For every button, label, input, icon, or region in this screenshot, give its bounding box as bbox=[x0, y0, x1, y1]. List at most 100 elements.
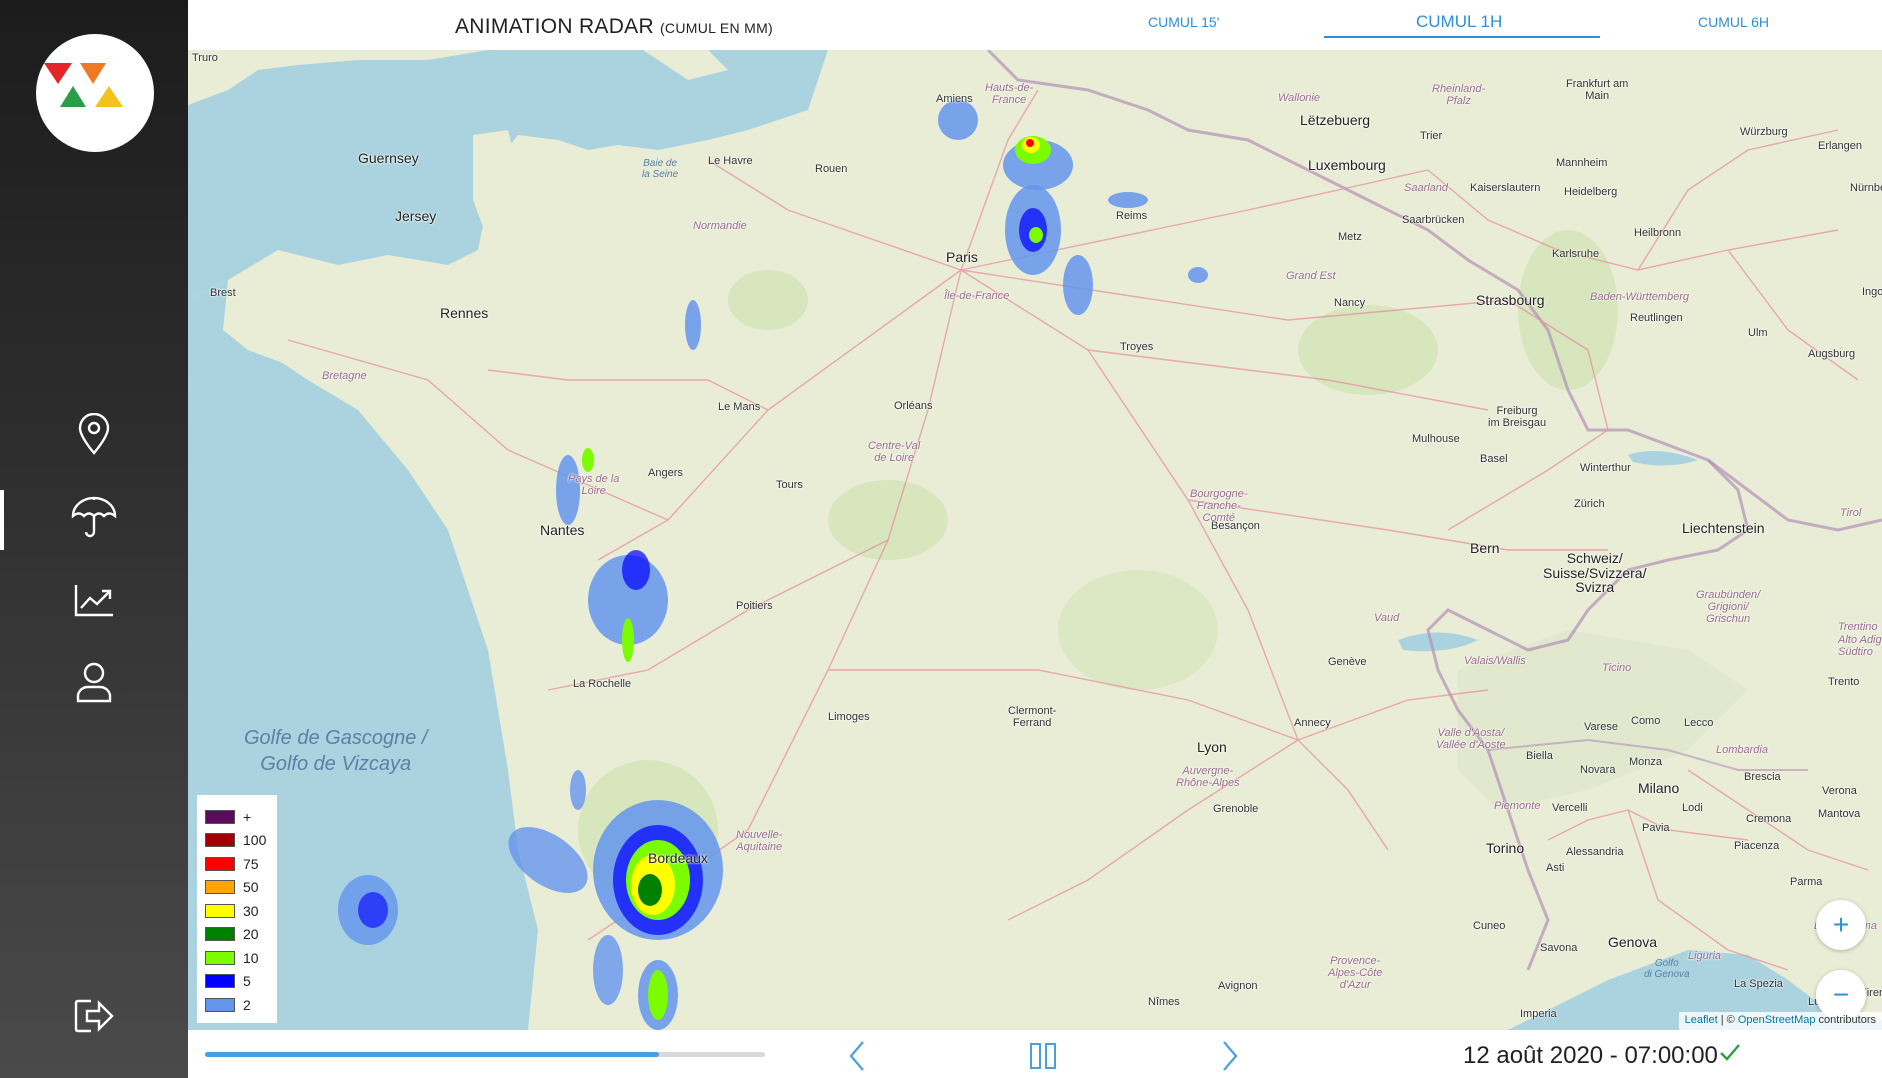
place-strasbourg: Strasbourg bbox=[1476, 292, 1545, 308]
page-title: ANIMATION RADAR (CUMUL EN MM) bbox=[455, 15, 774, 38]
place-annecy: Annecy bbox=[1294, 717, 1331, 729]
nav-statistics[interactable] bbox=[66, 572, 122, 628]
region-wallonie: Wallonie bbox=[1278, 92, 1320, 104]
region-baden: Baden-Württemberg bbox=[1590, 291, 1690, 303]
legend-swatch bbox=[205, 927, 235, 942]
place-lyon: Lyon bbox=[1197, 739, 1227, 755]
region-pays-de-la-loire: Pays de la Loire bbox=[568, 473, 620, 497]
legend-item: 100 bbox=[205, 829, 269, 853]
legend-swatch bbox=[205, 903, 235, 918]
user-icon bbox=[76, 662, 112, 703]
place-wurzburg: Würzburg bbox=[1740, 126, 1788, 138]
logout-button[interactable] bbox=[66, 988, 122, 1044]
place-asti: Asti bbox=[1546, 862, 1565, 874]
place-la-spezia: La Spezia bbox=[1734, 978, 1783, 990]
map-base bbox=[188, 50, 1882, 1030]
place-alessandria: Alessandria bbox=[1566, 846, 1624, 858]
pause-icon bbox=[1030, 1043, 1056, 1069]
place-limoges: Limoges bbox=[828, 711, 870, 723]
osm-link[interactable]: OpenStreetMap bbox=[1738, 1014, 1816, 1026]
tab-cumul-15[interactable]: CUMUL 15' bbox=[1148, 14, 1219, 30]
logout-icon bbox=[74, 999, 114, 1033]
region-saarland: Saarland bbox=[1404, 182, 1449, 194]
nav-account[interactable] bbox=[66, 654, 122, 710]
place-torino: Torino bbox=[1486, 840, 1525, 856]
region-tirol: Tirol bbox=[1840, 507, 1862, 519]
previous-frame-button[interactable] bbox=[837, 1036, 877, 1076]
legend-label: 2 bbox=[243, 996, 251, 1013]
place-orleans: Orléans bbox=[894, 400, 933, 412]
place-truro: Truro bbox=[192, 52, 218, 64]
place-cuneo: Cuneo bbox=[1473, 920, 1506, 932]
place-luxembourg: Luxembourg bbox=[1308, 157, 1386, 173]
place-grenoble: Grenoble bbox=[1213, 803, 1259, 815]
region-centre: Centre-Val de Loire bbox=[868, 440, 921, 464]
place-biella: Biella bbox=[1526, 750, 1553, 762]
sidebar bbox=[0, 0, 188, 1078]
legend-label: 75 bbox=[243, 855, 259, 872]
place-poitiers: Poitiers bbox=[736, 600, 773, 612]
attribution-separator: | © bbox=[1717, 1014, 1738, 1026]
tab-cumul-1h[interactable]: CUMUL 1H bbox=[1416, 12, 1502, 32]
region-ticino: Ticino bbox=[1602, 662, 1632, 674]
place-amiens: Amiens bbox=[936, 93, 973, 105]
place-trier: Trier bbox=[1420, 130, 1443, 142]
legend-label: 30 bbox=[243, 902, 259, 919]
nav-location[interactable] bbox=[66, 406, 122, 462]
place-freiburg: Freiburg im Breisgau bbox=[1488, 405, 1547, 429]
place-saarbrucken: Saarbrücken bbox=[1402, 214, 1465, 226]
umbrella-icon bbox=[71, 496, 117, 538]
legend-label: 20 bbox=[243, 926, 259, 943]
place-bordeaux: Bordeaux bbox=[648, 850, 708, 866]
place-nurnberg: Nürnberg bbox=[1850, 182, 1882, 194]
radar-map[interactable]: Truro Guernsey Jersey Brest Rennes Nante… bbox=[188, 50, 1882, 1030]
next-frame-button[interactable] bbox=[1210, 1036, 1250, 1076]
legend-item: 10 bbox=[205, 946, 269, 970]
sea-golfo-genova: Golfo di Genova bbox=[1644, 958, 1690, 980]
place-mantova: Mantova bbox=[1818, 808, 1861, 820]
place-novara: Novara bbox=[1580, 764, 1616, 776]
place-rouen: Rouen bbox=[815, 163, 848, 175]
place-letzebuerg: Lëtzebuerg bbox=[1300, 112, 1371, 128]
radar-legend: + 100 75 50 30 20 10 5 2 bbox=[197, 795, 277, 1023]
active-tab-underline bbox=[1324, 36, 1600, 38]
place-kaiserslautern: Kaiserslautern bbox=[1470, 182, 1541, 194]
place-le-havre: Le Havre bbox=[708, 155, 753, 167]
legend-item: 20 bbox=[205, 923, 269, 947]
place-liechtenstein: Liechtenstein bbox=[1682, 520, 1765, 536]
app-logo[interactable] bbox=[36, 34, 154, 152]
place-heidelberg: Heidelberg bbox=[1564, 186, 1618, 198]
place-nimes: Nîmes bbox=[1148, 996, 1180, 1008]
nav-weather[interactable] bbox=[66, 490, 122, 546]
place-jersey: Jersey bbox=[395, 208, 437, 224]
legend-label: 100 bbox=[243, 832, 267, 849]
place-zurich: Zürich bbox=[1574, 498, 1605, 510]
legend-item: 50 bbox=[205, 876, 269, 900]
region-aosta: Valle d'Aosta/ Vallée d'Aoste bbox=[1436, 727, 1506, 751]
pause-button[interactable] bbox=[1023, 1036, 1063, 1076]
place-como: Como bbox=[1631, 715, 1661, 727]
frame-timestamp: 12 août 2020 - 07:00:00 bbox=[1463, 1042, 1718, 1069]
legend-swatch bbox=[205, 833, 235, 848]
region-lombardia: Lombardia bbox=[1716, 744, 1768, 756]
region-graubunden: Graubünden/ Grigioni/ Grischun bbox=[1696, 589, 1761, 625]
place-paris: Paris bbox=[946, 249, 978, 265]
animation-progress[interactable] bbox=[205, 1052, 765, 1057]
legend-swatch bbox=[205, 856, 235, 871]
leaflet-link[interactable]: Leaflet bbox=[1685, 1014, 1718, 1026]
top-bar: ANIMATION RADAR (CUMUL EN MM) CUMUL 15' C… bbox=[188, 0, 1882, 50]
place-bern: Bern bbox=[1470, 540, 1500, 556]
place-geneve: Genève bbox=[1328, 656, 1367, 668]
place-brest: Brest bbox=[210, 287, 236, 299]
place-la-rochelle: La Rochelle bbox=[573, 678, 632, 690]
legend-label: + bbox=[243, 808, 252, 825]
place-mulhouse: Mulhouse bbox=[1412, 433, 1460, 445]
region-piemonte: Piemonte bbox=[1494, 800, 1541, 812]
place-angers: Angers bbox=[648, 467, 683, 479]
tab-cumul-6h[interactable]: CUMUL 6H bbox=[1698, 14, 1769, 30]
place-frankfurt: Frankfurt am Main bbox=[1566, 78, 1629, 102]
place-lecco: Lecco bbox=[1684, 717, 1714, 729]
zoom-in-button[interactable]: + bbox=[1816, 900, 1866, 950]
region-bourgogne: Bourgogne- Franche- Comté bbox=[1190, 488, 1248, 524]
region-hauts-de-france: Hauts-de- France bbox=[985, 82, 1034, 106]
